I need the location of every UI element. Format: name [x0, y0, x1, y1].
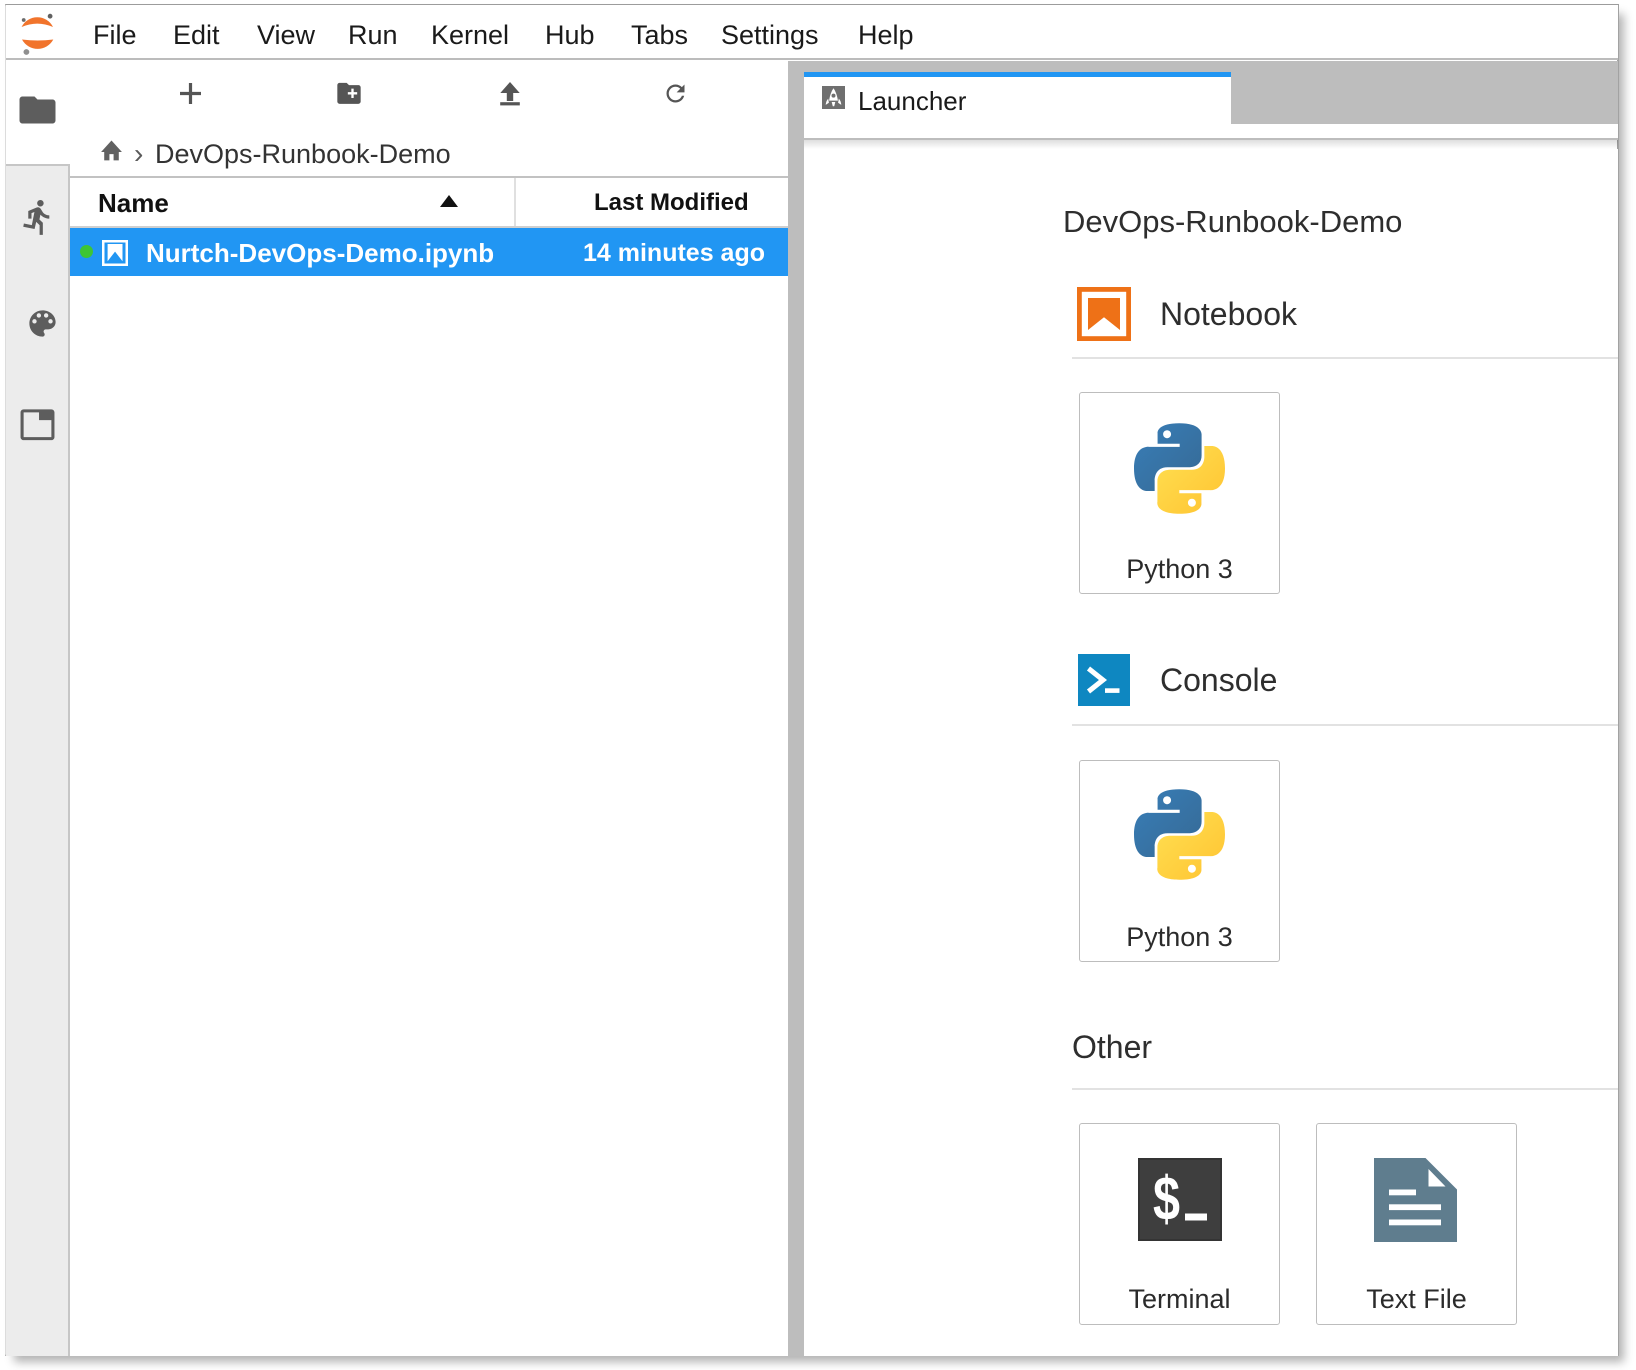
svg-text:$: $ [1153, 1165, 1180, 1234]
